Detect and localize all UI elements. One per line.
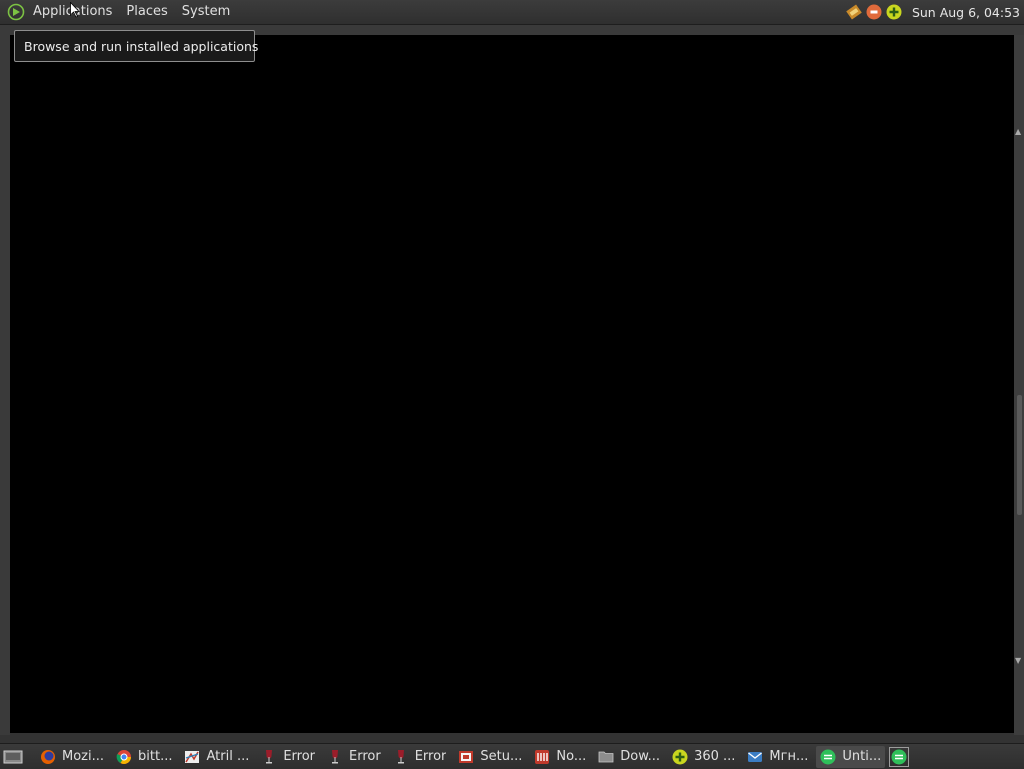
taskbar-item-downloads[interactable]: Dow... [594, 746, 664, 768]
chrome-icon [116, 749, 132, 765]
task-label: Unti... [842, 749, 882, 764]
main-window-content[interactable] [10, 35, 1014, 733]
wine-icon [327, 749, 343, 765]
task-label: Error [349, 749, 381, 764]
show-desktop-icon[interactable] [2, 748, 24, 766]
workspace-switcher-icon[interactable] [889, 746, 910, 767]
taskbar-item-notes[interactable]: No... [530, 746, 590, 768]
app-green-icon [820, 749, 836, 765]
stop-icon[interactable] [866, 4, 882, 20]
wine-icon [393, 749, 409, 765]
task-label: bitt... [138, 749, 173, 764]
task-label: Error [414, 749, 447, 764]
task-label: Setu... [480, 749, 523, 764]
task-label: Error [283, 749, 316, 764]
taskbar-item-error-3[interactable]: Error [389, 746, 451, 768]
task-label: Atril ... [206, 749, 250, 764]
setup-icon [458, 749, 474, 765]
background-window-left-edge [0, 35, 10, 735]
taskbar-item-error-1[interactable]: Error [257, 746, 319, 768]
task-label: Dow... [620, 749, 661, 764]
mate-logo-icon[interactable] [6, 2, 26, 22]
task-label: No... [556, 749, 587, 764]
system-tray: Sun Aug 6, 04:53 [846, 0, 1020, 24]
menu-system[interactable]: System [175, 0, 237, 24]
plus-circle-icon[interactable] [886, 4, 902, 20]
task-label: Мгн... [769, 749, 809, 764]
pencil-icon[interactable] [846, 4, 862, 20]
taskbar-item-messenger[interactable]: Мгн... [743, 746, 812, 768]
firefox-icon [40, 749, 56, 765]
clock[interactable]: Sun Aug 6, 04:53 [912, 5, 1020, 20]
task-list: Mozi... bitt... Atril ... Error Error Er… [36, 745, 889, 768]
atril-icon [184, 749, 200, 765]
wine-icon [261, 749, 277, 765]
taskbar-item-untitled[interactable]: Unti... [816, 745, 886, 768]
notes-icon [534, 749, 550, 765]
applications-tooltip: Browse and run installed applications [14, 30, 258, 62]
scroll-up-arrow-icon[interactable]: ▲ [1015, 128, 1023, 136]
taskbar-item-setup[interactable]: Setu... [454, 746, 526, 768]
taskbar-item-error-2[interactable]: Error [323, 746, 385, 768]
bottom-panel: Mozi... bitt... Atril ... Error Error Er… [0, 743, 1024, 769]
taskbar-item-chrome[interactable]: bitt... [112, 746, 176, 768]
360-icon [672, 749, 688, 765]
scrollbar-thumb[interactable] [1017, 395, 1022, 515]
folder-icon [598, 749, 614, 765]
taskbar-item-firefox[interactable]: Mozi... [36, 746, 108, 768]
taskbar-item-atril[interactable]: Atril ... [180, 746, 253, 768]
messenger-icon [747, 749, 763, 765]
mouse-cursor-icon [70, 1, 80, 18]
scroll-down-arrow-icon[interactable]: ▼ [1015, 657, 1023, 665]
task-label: 360 ... [694, 749, 736, 764]
background-window-right-edge [1014, 35, 1024, 735]
taskbar-item-360[interactable]: 360 ... [668, 746, 739, 768]
menu-places[interactable]: Places [119, 0, 174, 24]
top-panel: Applications Places System Sun Aug 6, 04… [0, 0, 1024, 25]
task-label: Mozi... [62, 749, 105, 764]
